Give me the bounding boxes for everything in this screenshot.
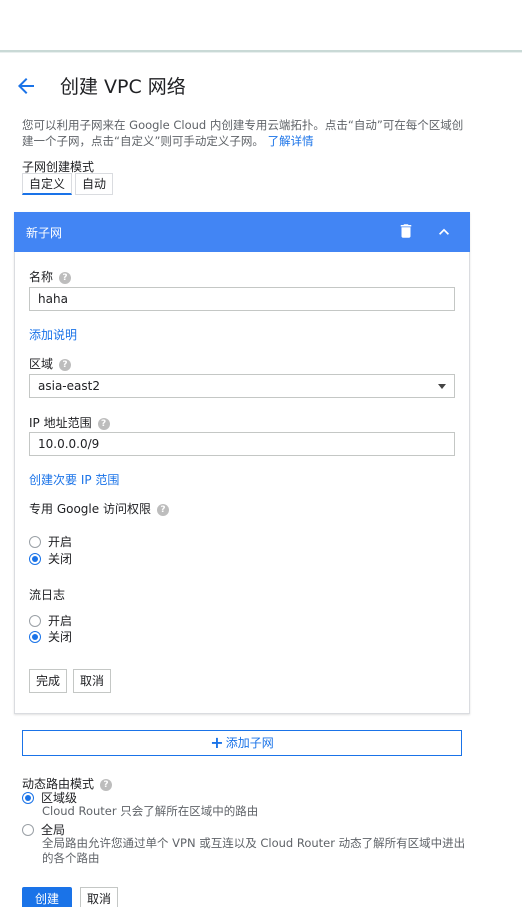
ip-range-label: IP 地址范围? bbox=[29, 414, 110, 431]
dropdown-arrow-icon bbox=[438, 384, 446, 389]
trash-icon[interactable] bbox=[397, 222, 415, 240]
subnet-cancel-button[interactable]: 取消 bbox=[73, 669, 112, 693]
help-icon[interactable]: ? bbox=[100, 778, 113, 791]
region-field-label: 区域? bbox=[29, 355, 72, 372]
help-icon[interactable]: ? bbox=[59, 271, 72, 284]
subnet-card-title: 新子网 bbox=[26, 226, 63, 240]
ip-range-input[interactable]: 10.0.0.0/9 bbox=[29, 432, 455, 456]
private-google-on-radio[interactable]: 开启 bbox=[29, 533, 72, 550]
help-icon[interactable]: ? bbox=[156, 503, 169, 516]
private-google-off-radio[interactable]: 关闭 bbox=[29, 550, 72, 567]
private-google-access-label: 专用 Google 访问权限? bbox=[29, 500, 169, 517]
radio-button[interactable] bbox=[29, 614, 41, 627]
back-arrow-icon[interactable] bbox=[14, 74, 38, 98]
help-icon[interactable]: ? bbox=[97, 417, 110, 430]
radio-button[interactable] bbox=[29, 552, 41, 565]
name-input[interactable]: haha bbox=[29, 287, 455, 311]
create-button[interactable]: 创建 bbox=[22, 887, 72, 907]
radio-button[interactable] bbox=[22, 823, 34, 836]
mode-auto-button[interactable]: 自动 bbox=[75, 173, 114, 195]
add-description-link[interactable]: 添加说明 bbox=[29, 326, 77, 343]
secondary-ip-link[interactable]: 创建次要 IP 范围 bbox=[29, 471, 119, 488]
radio-button[interactable] bbox=[29, 535, 41, 548]
mode-custom-button[interactable]: 自定义 bbox=[22, 173, 73, 195]
learn-more-link[interactable]: 了解详情 bbox=[268, 134, 314, 148]
routing-global-description: 全局路由允许您通过单个 VPN 或互连以及 Cloud Router 动态了解所… bbox=[42, 836, 466, 865]
flow-logs-on-radio[interactable]: 开启 bbox=[29, 612, 72, 629]
done-button[interactable]: 完成 bbox=[29, 669, 68, 693]
top-bar bbox=[0, 0, 522, 52]
chevron-up-icon[interactable] bbox=[434, 222, 454, 242]
region-select[interactable]: asia-east2 bbox=[29, 374, 455, 398]
name-field-label: 名称? bbox=[29, 268, 72, 285]
intro-text: 您可以利用子网来在 Google Cloud 内创建专用云端拓扑。点击“自动”可… bbox=[22, 117, 470, 149]
region-select-value: asia-east2 bbox=[38, 379, 100, 393]
radio-button[interactable] bbox=[29, 630, 41, 643]
page-title: 创建 VPC 网络 bbox=[60, 76, 186, 98]
plus-icon: + bbox=[210, 733, 224, 752]
radio-button[interactable] bbox=[22, 791, 34, 804]
cancel-button[interactable]: 取消 bbox=[80, 887, 118, 907]
flow-logs-off-radio[interactable]: 关闭 bbox=[29, 628, 72, 645]
intro-description: 您可以利用子网来在 Google Cloud 内创建专用云端拓扑。点击“自动”可… bbox=[22, 118, 464, 148]
flow-logs-label: 流日志 bbox=[29, 588, 66, 602]
routing-regional-description: Cloud Router 只会了解所在区域中的路由 bbox=[42, 804, 259, 818]
add-subnet-button[interactable]: + 添加子网 bbox=[22, 730, 462, 756]
help-icon[interactable]: ? bbox=[59, 358, 72, 371]
